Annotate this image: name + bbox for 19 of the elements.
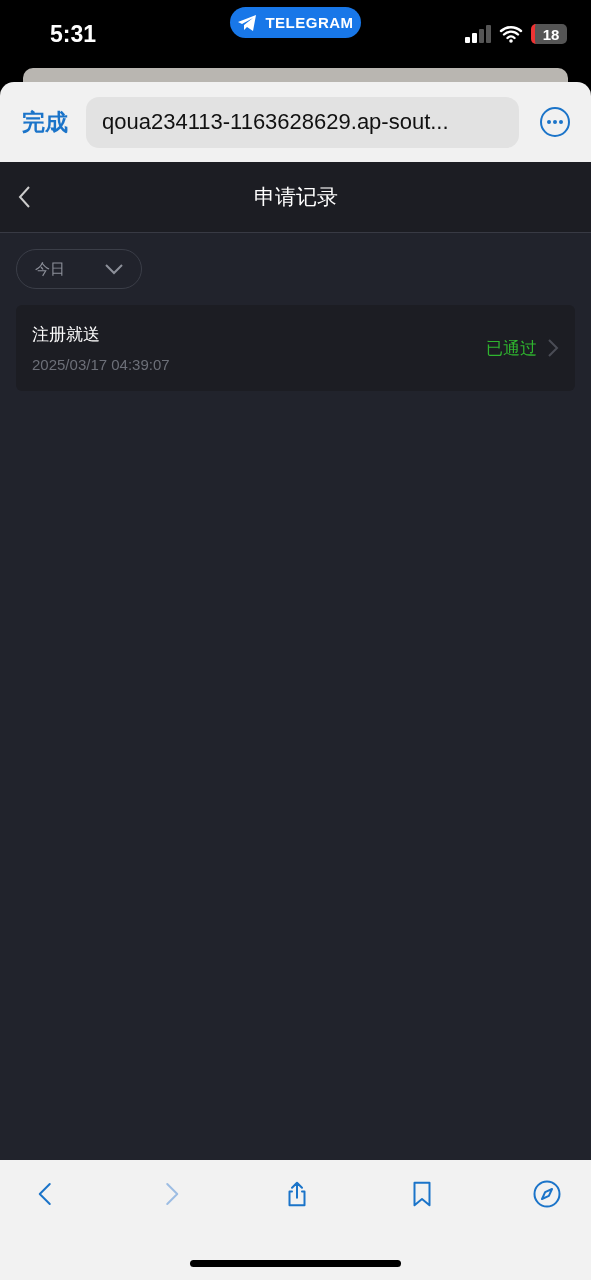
done-button[interactable]: 完成 bbox=[22, 106, 68, 138]
compass-icon bbox=[532, 1179, 562, 1209]
record-time: 2025/03/17 04:39:07 bbox=[32, 356, 171, 373]
app-pill-label: TELEGRAM bbox=[265, 14, 354, 31]
more-icon bbox=[539, 106, 571, 138]
paper-plane-icon bbox=[237, 13, 258, 32]
chevron-down-icon bbox=[105, 263, 123, 275]
status-time: 5:31 bbox=[50, 20, 97, 48]
record-status: 已通过 bbox=[486, 337, 537, 360]
record-title: 注册就送 bbox=[32, 324, 101, 346]
url-field[interactable]: qoua234113-1163628629.ap-sout... bbox=[86, 96, 519, 148]
battery-icon: 18 bbox=[531, 24, 567, 44]
app-pill[interactable]: TELEGRAM bbox=[230, 7, 361, 38]
wifi-icon bbox=[499, 25, 523, 43]
chevron-right-icon bbox=[547, 338, 559, 358]
signal-icon bbox=[465, 25, 491, 43]
record-card[interactable]: 注册就送 2025/03/17 04:39:07 已通过 bbox=[16, 305, 575, 391]
page-title: 申请记录 bbox=[253, 184, 338, 210]
more-button[interactable] bbox=[537, 104, 573, 140]
